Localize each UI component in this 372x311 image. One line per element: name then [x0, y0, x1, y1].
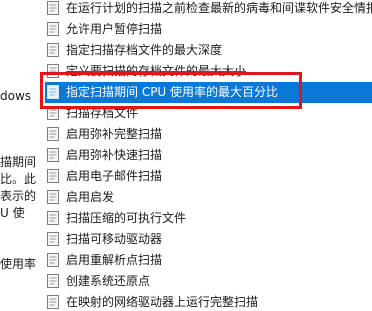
policy-item[interactable]: 在运行计划的扫描之前检查最新的病毒和间谍软件安全情报	[40, 0, 372, 19]
policy-item-label: 扫描可移动驱动器	[66, 232, 163, 246]
left-fragment: 使用率	[0, 257, 37, 271]
policy-item-label: 创建系统还原点	[66, 274, 151, 288]
policy-item-label: 扫描压缩的可执行文件	[66, 211, 187, 225]
policy-setting-icon	[47, 106, 59, 120]
policy-item-label: 启用电子邮件扫描	[66, 169, 163, 183]
policy-setting-icon	[47, 127, 59, 141]
policy-setting-icon	[47, 190, 59, 204]
policy-item[interactable]: 启用启发	[40, 187, 372, 208]
policy-item-selected[interactable]: 指定扫描期间 CPU 使用率的最大百分比	[45, 82, 372, 103]
policy-item-label: 指定扫描期间 CPU 使用率的最大百分比	[66, 85, 279, 99]
policy-item[interactable]: 定义要扫描的存档文件的最大大小	[40, 61, 372, 82]
policy-setting-icon	[47, 253, 59, 267]
policy-item-label: 启用重解析点扫描	[66, 253, 163, 267]
policy-item[interactable]: 在映射的网络驱动器上运行完整扫描	[40, 292, 372, 311]
policy-item-label: 在映射的网络驱动器上运行完整扫描	[66, 295, 259, 309]
policy-item[interactable]: 指定扫描存档文件的最大深度	[40, 40, 372, 61]
policy-setting-icon	[47, 1, 59, 15]
policy-setting-icon	[47, 169, 59, 183]
policy-item[interactable]: 扫描可移动驱动器	[40, 229, 372, 250]
left-pane: dows 描期间 比。此 表示的 U 使 使用率	[0, 0, 40, 311]
policy-setting-icon	[47, 43, 59, 57]
policy-item[interactable]: 启用电子邮件扫描	[40, 166, 372, 187]
policy-item[interactable]: 启用弥补快速扫描	[40, 145, 372, 166]
left-fragment: dows	[0, 89, 32, 103]
left-fragment: 表示的	[0, 189, 37, 203]
policy-item[interactable]: 创建系统还原点	[40, 271, 372, 292]
policy-item[interactable]: 允许用户暂停扫描	[40, 19, 372, 40]
policy-item-label: 启用启发	[66, 190, 115, 204]
policy-setting-icon	[47, 64, 59, 78]
policy-item-label: 扫描存档文件	[66, 106, 139, 120]
policy-item-label: 在运行计划的扫描之前检查最新的病毒和间谍软件安全情报	[66, 1, 372, 15]
policy-item-label: 允许用户暂停扫描	[66, 22, 163, 36]
policy-item[interactable]: 启用重解析点扫描	[40, 250, 372, 271]
policy-setting-icon	[47, 85, 59, 99]
policy-item[interactable]: 扫描存档文件	[40, 103, 372, 124]
policy-item-label: 指定扫描存档文件的最大深度	[66, 43, 223, 57]
policy-setting-icon	[47, 232, 59, 246]
policy-setting-icon	[47, 274, 59, 288]
policy-item-label: 定义要扫描的存档文件的最大大小	[66, 64, 247, 78]
policy-setting-icon	[47, 148, 59, 162]
policy-item-label: 启用弥补快速扫描	[66, 148, 163, 162]
policy-setting-icon	[47, 211, 59, 225]
left-fragment: 比。此	[0, 172, 37, 186]
policy-setting-icon	[47, 295, 59, 309]
policy-item-label: 启用弥补完整扫描	[66, 127, 163, 141]
policy-setting-icon	[47, 22, 59, 36]
policy-list: 在运行计划的扫描之前检查最新的病毒和间谍软件安全情报 允许用户暂停扫描 指定扫描…	[40, 0, 372, 311]
policy-item[interactable]: 启用弥补完整扫描	[40, 124, 372, 145]
left-fragment: U 使	[0, 206, 25, 220]
left-fragment: 描期间	[0, 155, 37, 169]
policy-item[interactable]: 扫描压缩的可执行文件	[40, 208, 372, 229]
